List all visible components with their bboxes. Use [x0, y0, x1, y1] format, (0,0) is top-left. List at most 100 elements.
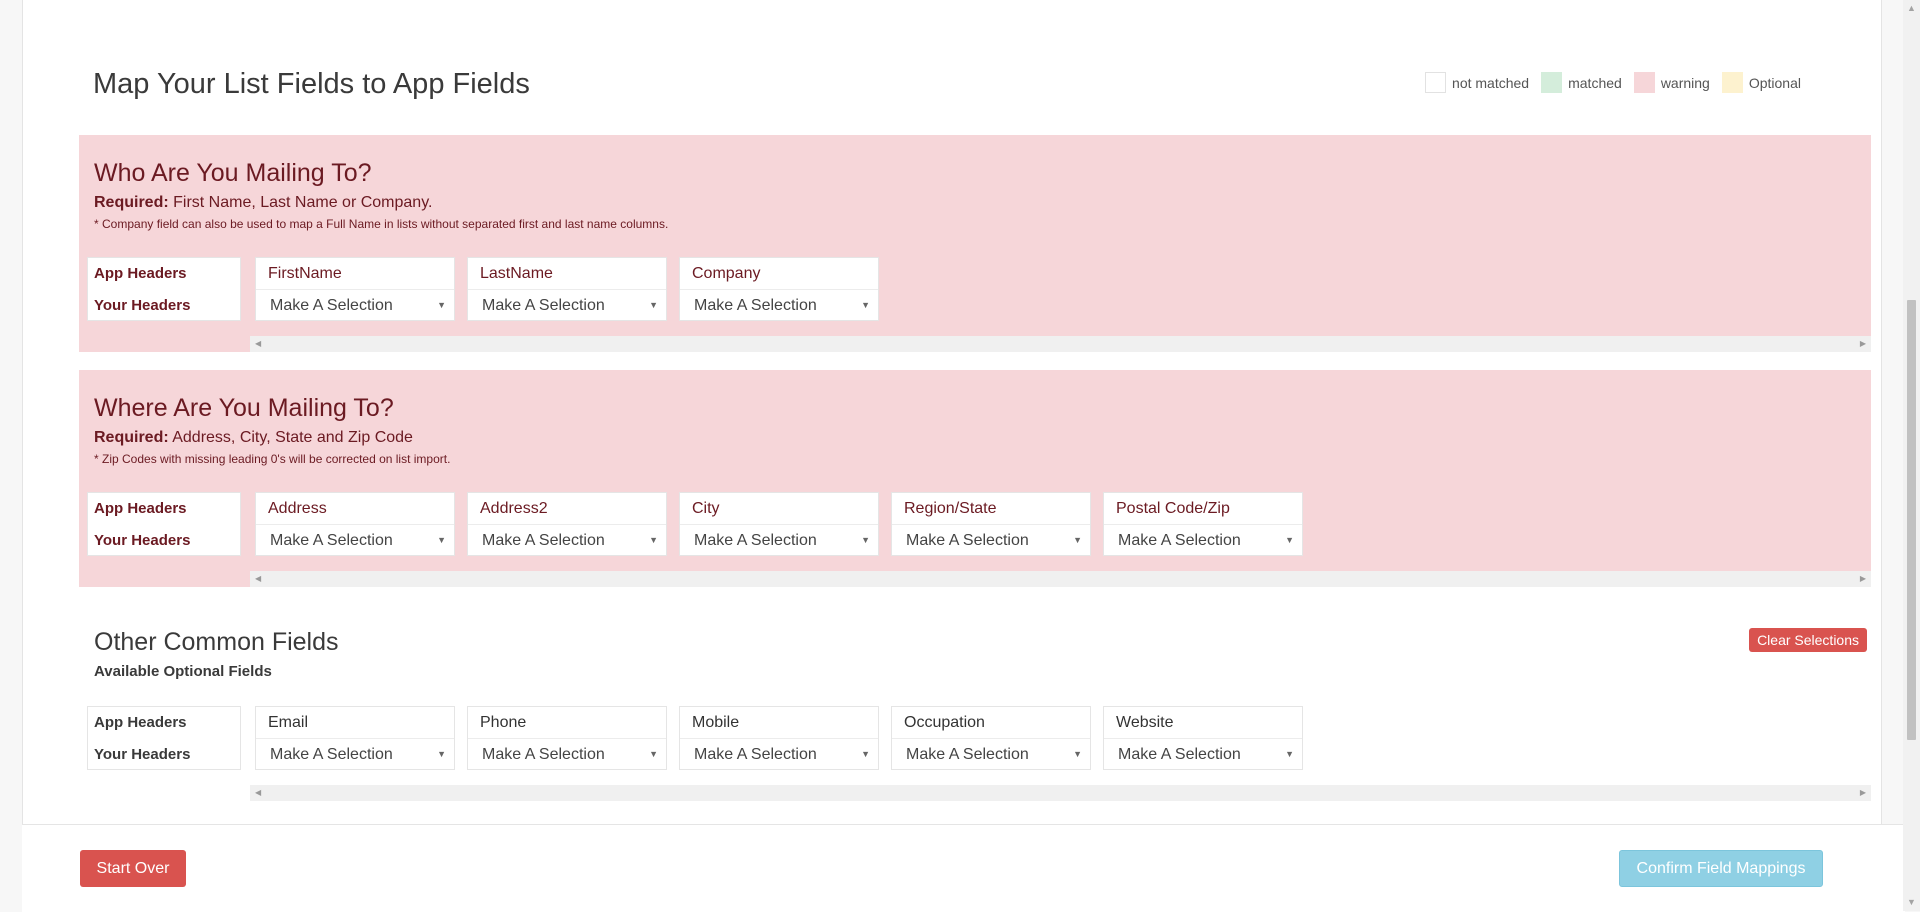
- required-label: Required:: [94, 429, 169, 446]
- dropdown-caret-icon: ▼: [437, 300, 446, 310]
- app-field-name: Email: [256, 707, 454, 739]
- field-column-company: Company Make A Selection ▼: [679, 257, 879, 321]
- your-headers-label: Your Headers: [94, 532, 191, 549]
- horizontal-scrollbar[interactable]: ◀ ▶: [250, 571, 1871, 587]
- field-column-region-state: Region/State Make A Selection ▼: [891, 492, 1091, 556]
- confirm-field-mappings-button[interactable]: Confirm Field Mappings: [1619, 850, 1823, 887]
- app-field-name: Mobile: [680, 707, 878, 739]
- header-select[interactable]: Make A Selection ▼: [468, 525, 666, 556]
- legend-item-warning: warning: [1633, 72, 1710, 93]
- header-select[interactable]: Make A Selection ▼: [468, 290, 666, 321]
- select-value: Make A Selection: [1118, 532, 1241, 549]
- app-field-name: Company: [680, 258, 878, 290]
- legend-item-not-matched: not matched: [1425, 72, 1529, 93]
- dropdown-caret-icon: ▼: [1073, 749, 1082, 759]
- mapping-table: App Headers Your Headers Address Make A …: [87, 492, 1315, 556]
- app-headers-label: App Headers: [94, 714, 187, 731]
- scroll-left-icon[interactable]: ◀: [255, 785, 261, 801]
- start-over-button[interactable]: Start Over: [80, 850, 186, 887]
- required-text: Address, City, State and Zip Code: [172, 429, 413, 446]
- horizontal-scrollbar[interactable]: ◀ ▶: [250, 336, 1871, 352]
- section-title: Other Common Fields: [94, 628, 339, 656]
- header-labels: App Headers Your Headers: [87, 257, 241, 321]
- header-select[interactable]: Make A Selection ▼: [892, 739, 1090, 770]
- dropdown-caret-icon: ▼: [1285, 535, 1294, 545]
- select-value: Make A Selection: [270, 746, 393, 763]
- section-who: Who Are You Mailing To? Required: First …: [79, 135, 1871, 352]
- field-column-address: Address Make A Selection ▼: [255, 492, 455, 556]
- select-value: Make A Selection: [1118, 746, 1241, 763]
- scroll-right-icon[interactable]: ▶: [1860, 571, 1866, 587]
- scroll-down-icon[interactable]: ▼: [1903, 894, 1920, 911]
- scroll-left-icon[interactable]: ◀: [255, 571, 261, 587]
- app-headers-label: App Headers: [94, 265, 187, 282]
- field-column-website: Website Make A Selection ▼: [1103, 706, 1303, 770]
- field-column-postal-code: Postal Code/Zip Make A Selection ▼: [1103, 492, 1303, 556]
- header-select[interactable]: Make A Selection ▼: [256, 739, 454, 770]
- header-select[interactable]: Make A Selection ▼: [892, 525, 1090, 556]
- page-content: Map Your List Fields to App Fields not m…: [22, 0, 1882, 911]
- page-title: Map Your List Fields to App Fields: [93, 68, 530, 100]
- required-line: Required: First Name, Last Name or Compa…: [94, 194, 432, 212]
- header-labels: App Headers Your Headers: [87, 706, 241, 770]
- app-field-name: Website: [1104, 707, 1302, 739]
- legend-label: matched: [1568, 74, 1622, 91]
- select-value: Make A Selection: [906, 532, 1029, 549]
- dropdown-caret-icon: ▼: [649, 300, 658, 310]
- dropdown-caret-icon: ▼: [649, 535, 658, 545]
- app-field-name: Address2: [468, 493, 666, 525]
- legend-label: warning: [1660, 74, 1710, 91]
- clear-selections-button[interactable]: Clear Selections: [1749, 628, 1867, 652]
- section-note: * Company field can also be used to map …: [94, 217, 669, 231]
- select-value: Make A Selection: [482, 297, 605, 314]
- dropdown-caret-icon: ▼: [437, 749, 446, 759]
- dropdown-caret-icon: ▼: [649, 749, 658, 759]
- legend: not matched matched warning Optional: [1413, 72, 1801, 93]
- header-select[interactable]: Make A Selection ▼: [680, 739, 878, 770]
- header-select[interactable]: Make A Selection ▼: [468, 739, 666, 770]
- scroll-right-icon[interactable]: ▶: [1860, 336, 1866, 352]
- legend-item-matched: matched: [1541, 72, 1622, 93]
- legend-swatch-matched: [1541, 72, 1563, 93]
- legend-swatch-warning: [1633, 72, 1655, 93]
- section-note: * Zip Codes with missing leading 0's wil…: [94, 452, 451, 466]
- field-column-phone: Phone Make A Selection ▼: [467, 706, 667, 770]
- required-text: First Name, Last Name or Company.: [173, 194, 433, 211]
- legend-label: Optional: [1748, 74, 1801, 91]
- header-labels: App Headers Your Headers: [87, 492, 241, 556]
- scroll-up-icon[interactable]: ▲: [1903, 0, 1920, 17]
- legend-swatch-optional: [1721, 72, 1743, 93]
- required-line: Required: Address, City, State and Zip C…: [94, 429, 413, 447]
- dropdown-caret-icon: ▼: [437, 535, 446, 545]
- app-field-name: LastName: [468, 258, 666, 290]
- scroll-right-icon[interactable]: ▶: [1860, 785, 1866, 801]
- legend-item-optional: Optional: [1721, 72, 1801, 93]
- app-field-name: FirstName: [256, 258, 454, 290]
- your-headers-label: Your Headers: [94, 297, 191, 314]
- scroll-left-icon[interactable]: ◀: [255, 336, 261, 352]
- select-value: Make A Selection: [270, 532, 393, 549]
- select-value: Make A Selection: [482, 746, 605, 763]
- select-value: Make A Selection: [694, 297, 817, 314]
- your-headers-label: Your Headers: [94, 746, 191, 763]
- header-select[interactable]: Make A Selection ▼: [680, 290, 878, 321]
- horizontal-scrollbar[interactable]: ◀ ▶: [250, 785, 1871, 801]
- header-select[interactable]: Make A Selection ▼: [256, 290, 454, 321]
- field-column-lastname: LastName Make A Selection ▼: [467, 257, 667, 321]
- select-value: Make A Selection: [694, 532, 817, 549]
- header-select[interactable]: Make A Selection ▼: [256, 525, 454, 556]
- vertical-scrollbar[interactable]: ▲ ▼: [1903, 0, 1920, 911]
- header-select[interactable]: Make A Selection ▼: [1104, 739, 1302, 770]
- section-subtitle: Available Optional Fields: [94, 663, 272, 680]
- mapping-table: App Headers Your Headers Email Make A Se…: [87, 706, 1315, 770]
- app-field-name: Occupation: [892, 707, 1090, 739]
- mapping-table: App Headers Your Headers FirstName Make …: [87, 257, 891, 321]
- header-select[interactable]: Make A Selection ▼: [1104, 525, 1302, 556]
- dropdown-caret-icon: ▼: [861, 749, 870, 759]
- field-column-firstname: FirstName Make A Selection ▼: [255, 257, 455, 321]
- header-select[interactable]: Make A Selection ▼: [680, 525, 878, 556]
- scrollbar-thumb[interactable]: [1907, 300, 1916, 740]
- select-value: Make A Selection: [482, 532, 605, 549]
- required-label: Required:: [94, 194, 169, 211]
- footer-bar: Start Over Confirm Field Mappings: [22, 824, 1905, 912]
